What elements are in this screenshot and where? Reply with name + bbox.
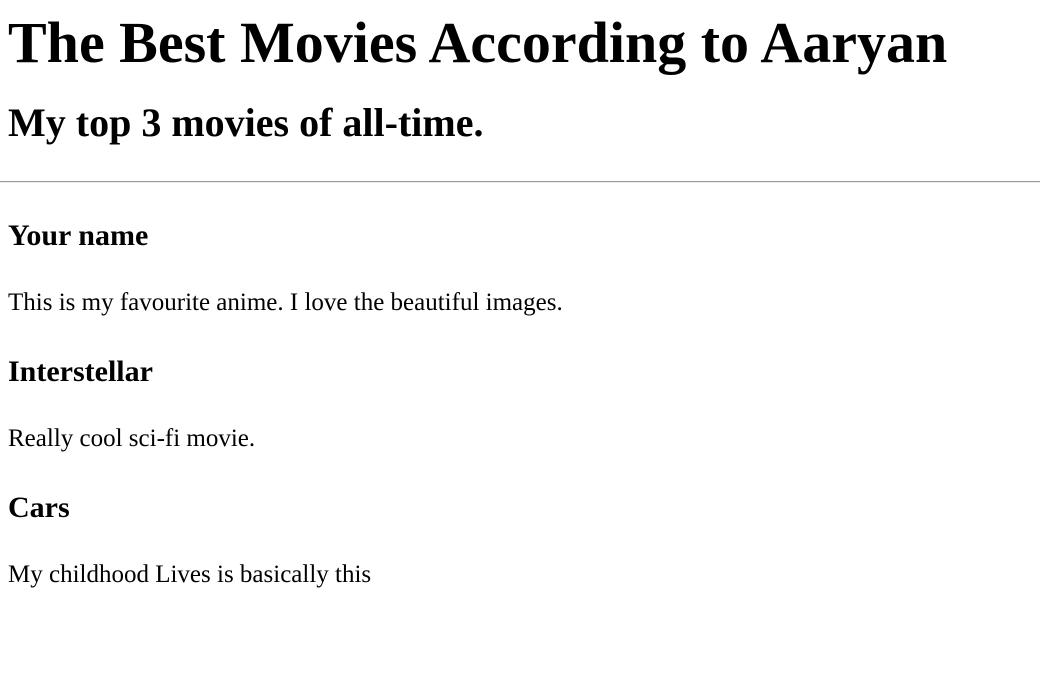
divider — [0, 181, 1040, 183]
movie-item: Interstellar Really cool sci-fi movie. — [8, 354, 1032, 454]
movie-title: Interstellar — [8, 355, 153, 388]
movie-title: Your name — [8, 219, 149, 252]
movie-description: Really cool sci-fi movie. — [8, 425, 256, 452]
movie-item: Cars My childhood Lives is basically thi… — [8, 490, 1032, 590]
page-content: The Best Movies According to Aaryan My t… — [0, 0, 1040, 590]
movie-item: Your name This is my favourite anime. I … — [8, 218, 1032, 318]
page-title: The Best Movies According to Aaryan — [8, 10, 948, 75]
page-subtitle: My top 3 movies of all-time. — [8, 100, 484, 145]
movie-description: My childhood Lives is basically this — [8, 561, 372, 588]
movie-title: Cars — [8, 491, 70, 524]
movie-description: This is my favourite anime. I love the b… — [8, 289, 563, 316]
